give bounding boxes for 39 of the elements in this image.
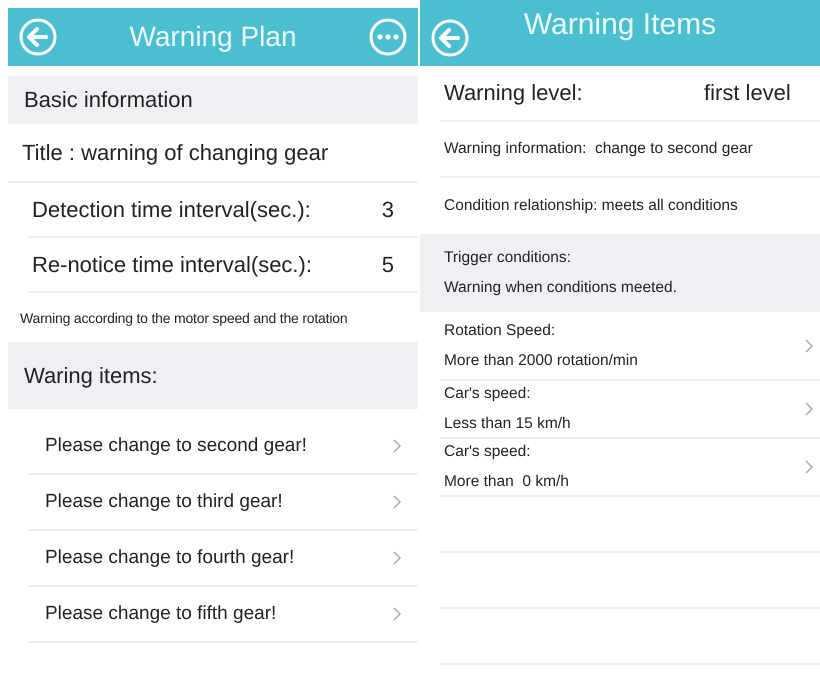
- trigger-text: Warning when conditions meeted.: [444, 279, 677, 297]
- back-icon[interactable]: [430, 18, 470, 58]
- field-value: 3: [382, 196, 394, 222]
- section-header: Basic information: [8, 76, 418, 124]
- condition-item[interactable]: Car's speed: Less than 15 km/h: [440, 381, 820, 439]
- field-label: Re-notice time interval(sec.):: [32, 252, 312, 278]
- warning-item[interactable]: Please change to third gear!: [28, 475, 418, 531]
- condition-value: More than 2000 rotation/min: [444, 352, 638, 370]
- chevron-icon: [804, 338, 814, 354]
- warning-item[interactable]: Please change to second gear!: [28, 419, 418, 475]
- chevron-icon: [804, 459, 814, 475]
- chevron-icon: [392, 438, 402, 454]
- trigger-label: Trigger conditions:: [444, 249, 571, 267]
- screen-title: Warning Plan: [128, 21, 298, 53]
- warning-item[interactable]: Please change to fourth gear!: [28, 531, 418, 587]
- chevron-icon: [392, 494, 402, 510]
- back-icon[interactable]: [18, 17, 58, 57]
- chevron-icon: [392, 550, 402, 566]
- plan-title: Title : warning of changing gear: [22, 140, 328, 166]
- field-label: Detection time interval(sec.):: [32, 196, 311, 222]
- chevron-icon: [804, 401, 814, 417]
- condition-item[interactable]: Rotation Speed: More than 2000 rotation/min: [440, 312, 820, 381]
- chevron-icon: [392, 606, 402, 622]
- info-text: Condition relationship: meets all conditions: [444, 197, 738, 215]
- field-value: 5: [382, 252, 394, 278]
- condition-label: Rotation Speed:: [444, 322, 556, 340]
- condition-label: Car's speed:: [444, 385, 532, 403]
- section-header: Waring items:: [8, 342, 418, 409]
- field-label: Warning level:: [444, 80, 584, 106]
- info-text: Warning information: change to second gear: [444, 140, 753, 158]
- condition-label: Car's speed:: [444, 443, 532, 461]
- condition-value: Less than 15 km/h: [444, 415, 571, 433]
- condition-value: More than 0 km/h: [444, 473, 569, 491]
- field-value: first level: [704, 80, 791, 106]
- description-text: Warning according to the motor speed and the rotation: [20, 310, 348, 326]
- condition-item[interactable]: Car's speed: More than 0 km/h: [440, 439, 820, 497]
- warning-item[interactable]: Please change to fifth gear!: [28, 587, 418, 643]
- screen-title: Warning Items: [522, 8, 718, 42]
- more-icon[interactable]: [368, 17, 408, 57]
